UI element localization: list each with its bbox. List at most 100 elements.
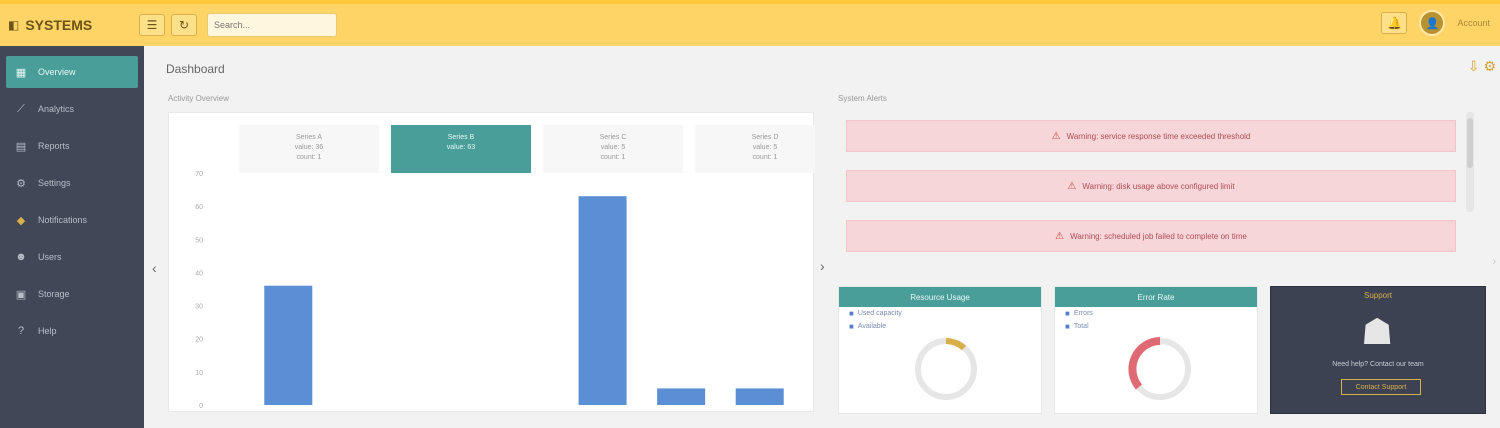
y-tick-label: 50	[195, 237, 203, 244]
legend-label: value: 63	[447, 144, 476, 151]
bar-chart: 0 10 20 30 40 50 60 70 Series A value: 36 count: 1…	[168, 112, 815, 412]
alert-text: Warning: service response time exceeded …	[1066, 131, 1251, 141]
sidebar-item-overview[interactable]: ▦ Overview	[6, 56, 138, 88]
refresh-icon: ↻	[178, 18, 190, 32]
sidebar-item-help[interactable]: ? Help	[6, 315, 138, 347]
header-right: 🔔 👤 Account	[1375, 10, 1490, 36]
legend-label: Series D	[752, 134, 779, 141]
warning-icon: ⚠	[1051, 130, 1061, 142]
alert-item[interactable]: ⚠ Warning: disk usage above configured l…	[846, 170, 1456, 202]
card-legend-item: ■ Errors	[1065, 309, 1093, 318]
error-ring-chart	[1128, 337, 1191, 400]
alert-text: Warning: scheduled job failed to complet…	[1070, 231, 1247, 241]
sidebar-item-label: Users	[38, 252, 62, 262]
y-tick-label: 30	[195, 304, 203, 311]
square-icon: ■	[849, 309, 854, 318]
legend-label: Series C	[600, 134, 627, 141]
ring-value	[1128, 337, 1161, 390]
bar-A	[264, 285, 313, 405]
card-title: Error Rate	[1055, 287, 1257, 307]
support-text: Need help? Contact our team	[1332, 361, 1424, 368]
notifications-button[interactable]: 🔔	[1381, 12, 1408, 34]
top-bar: ◧ SYSTEMS ☰ ↻ 🔔 👤 Account	[0, 0, 1500, 46]
square-icon: ■	[1065, 322, 1070, 331]
sidebar-item-label: Notifications	[38, 215, 88, 225]
usage-card[interactable]: Resource Usage ■ Used capacity ■ Available	[838, 286, 1042, 414]
square-icon: ■	[1065, 309, 1070, 318]
support-title: Support	[1363, 291, 1393, 300]
bar-G	[735, 388, 784, 405]
usage-ring-chart	[915, 338, 977, 400]
contact-support-button[interactable]: Contact Support	[1341, 379, 1421, 395]
sidebar-item-users[interactable]: ☻ Users	[6, 241, 138, 273]
dashboard-icon: ▦	[15, 66, 27, 79]
chevron-right-icon[interactable]: ›	[820, 258, 825, 274]
sidebar-item-label: Overview	[38, 67, 76, 77]
brand-name: SYSTEMS	[25, 17, 93, 33]
chart-icon: ⟋	[17, 102, 25, 115]
sidebar-item-label: Reports	[38, 141, 70, 151]
alerts-panel: ⚠ Warning: service response time exceede…	[838, 112, 1474, 258]
scrollbar[interactable]	[1466, 112, 1474, 212]
logo-icon: ◧	[8, 18, 20, 32]
sidebar-item-label: Storage	[38, 289, 70, 299]
y-tick-label: 60	[195, 204, 203, 211]
sidebar-item-label: Help	[38, 326, 57, 336]
legend-label: Series B	[448, 134, 475, 141]
sidebar-item-notifications[interactable]: ◆ Notifications	[6, 204, 138, 236]
page-actions: ⇩ ⚙	[1468, 58, 1496, 75]
help-icon: ?	[17, 325, 25, 337]
menu-toggle-button[interactable]: ☰	[139, 14, 165, 36]
sidebar: ▦ Overview ⟋ Analytics ▤ Reports ⚙ Setti…	[0, 46, 144, 428]
bar-F	[657, 388, 706, 405]
hamburger-icon: ☰	[146, 18, 158, 32]
sidebar-item-label: Settings	[38, 178, 71, 188]
brand[interactable]: ◧ SYSTEMS	[8, 17, 133, 33]
support-card: Support ☗ Need help? Contact our team Co…	[1270, 286, 1486, 414]
users-icon: ☻	[15, 251, 27, 263]
sidebar-item-reports[interactable]: ▤ Reports	[6, 130, 138, 162]
user-name[interactable]: Account	[1457, 18, 1490, 28]
warning-icon: ⚠	[1055, 230, 1065, 242]
sidebar-item-analytics[interactable]: ⟋ Analytics	[6, 93, 138, 125]
export-icon[interactable]: ⇩	[1468, 58, 1480, 75]
sidebar-item-settings[interactable]: ⚙ Settings	[6, 167, 138, 199]
card-legend-item: ■ Used capacity	[849, 309, 902, 318]
alert-item[interactable]: ⚠ Warning: service response time exceede…	[846, 120, 1456, 152]
chevron-right-icon[interactable]: ›	[1493, 256, 1496, 267]
refresh-button[interactable]: ↻	[171, 14, 197, 36]
y-tick-label: 0	[199, 403, 203, 410]
y-tick-label: 70	[195, 171, 203, 178]
legend-label: value: 5	[601, 144, 626, 151]
y-tick-label: 20	[195, 337, 203, 344]
square-icon: ■	[849, 322, 854, 331]
scrollbar-thumb[interactable]	[1467, 118, 1473, 168]
bell-icon: 🔔	[1386, 16, 1402, 30]
chart-svg: 0 10 20 30 40 50 60 70 Series A value: 36 count: 1…	[195, 125, 815, 410]
page-title: Dashboard	[166, 62, 225, 76]
legend-label: count: 1	[753, 154, 778, 161]
alerts-panel-label: System Alerts	[838, 94, 887, 103]
card-title: Resource Usage	[839, 287, 1041, 307]
sidebar-item-storage[interactable]: ▣ Storage	[6, 278, 138, 310]
legend-label: count: 1	[297, 154, 322, 161]
gear-icon: ⚙	[16, 177, 26, 190]
warning-icon: ⚠	[1067, 180, 1077, 192]
document-icon: ▤	[15, 140, 27, 153]
legend-label: value: 36	[295, 144, 324, 151]
settings-icon[interactable]: ⚙	[1483, 58, 1496, 75]
avatar[interactable]: 👤	[1419, 10, 1446, 36]
y-tick-label: 10	[195, 370, 203, 377]
legend-label: Series A	[296, 134, 322, 141]
support-person-icon: ☗	[1361, 311, 1394, 352]
alert-text: Warning: disk usage above configured lim…	[1082, 181, 1235, 191]
database-icon: ▣	[15, 288, 27, 301]
chevron-left-icon[interactable]: ‹	[152, 260, 157, 276]
error-card[interactable]: Error Rate ■ Errors ■ Total	[1054, 286, 1258, 414]
legend-label: count: 1	[601, 154, 626, 161]
bar-E	[578, 196, 627, 405]
main-content: Dashboard ⇩ ⚙ Activity Overview System A…	[150, 46, 1500, 428]
ring-track	[915, 338, 977, 400]
search-input[interactable]	[207, 13, 337, 37]
alert-item[interactable]: ⚠ Warning: scheduled job failed to compl…	[846, 220, 1456, 252]
